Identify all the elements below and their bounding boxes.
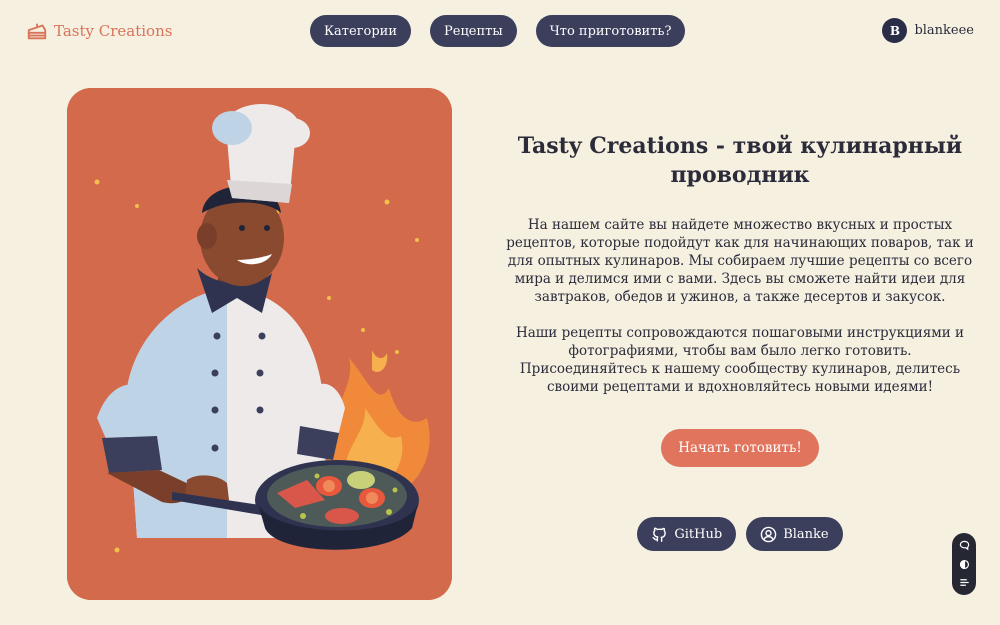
nav-what-to-cook-button[interactable]: Что приготовить? [535,15,686,47]
intro-paragraph-2: Наши рецепты сопровождаются пошаговыми и… [515,325,965,395]
start-cooking-button[interactable]: Начать готовить! [661,429,819,467]
list-icon[interactable] [959,577,970,588]
nav-recipes-button[interactable]: Рецепты [430,15,517,47]
logo-text: Tasty Creations [54,22,173,40]
blanke-profile-button[interactable]: Blanke [746,517,843,551]
username: blankeee [914,23,974,38]
github-label: GitHub [674,526,723,542]
chef-illustration [67,88,452,600]
blanke-label: Blanke [783,526,829,542]
chat-bubble-icon[interactable] [959,540,970,551]
main-nav: Категории Рецепты Что приготовить? [310,15,686,47]
avatar[interactable]: B [882,18,908,43]
intro-paragraph-1: На нашем сайте вы найдете множество вкус… [506,217,974,305]
nav-categories-button[interactable]: Категории [310,15,411,47]
page-title: Tasty Creations - твой кулинарный провод… [517,133,963,188]
theme-toggle-icon[interactable] [959,559,970,570]
github-button[interactable]: GitHub [637,517,737,551]
github-icon [652,526,667,542]
header: Tasty Creations Категории Рецепты Что пр… [0,0,1000,62]
user-circle-icon [760,526,777,542]
logo[interactable]: Tasty Creations [26,20,172,42]
user-menu[interactable]: B blankeee [882,18,974,43]
intro-section: Tasty Creations - твой кулинарный провод… [505,132,975,551]
social-links: GitHub Blanke [505,517,975,551]
cake-slice-icon [27,23,47,40]
floating-toolbar [952,533,976,595]
